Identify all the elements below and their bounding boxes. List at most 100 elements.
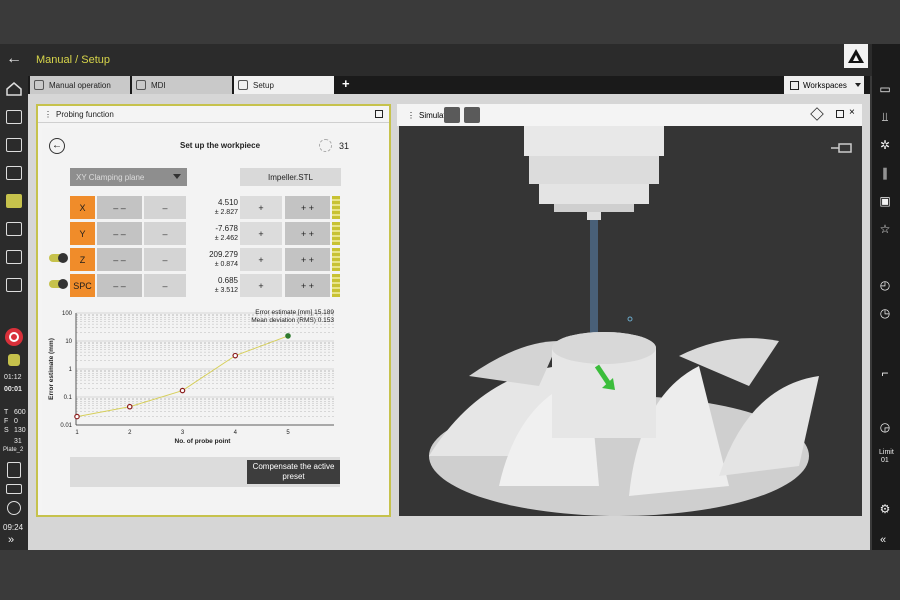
battery-icon[interactable]: ▭ — [878, 82, 892, 96]
expand-icon[interactable]: » — [8, 535, 14, 546]
axis-deviation: ± 2.462 — [214, 235, 238, 242]
manual-hand-icon[interactable] — [6, 194, 22, 208]
workspaces-label: Workspaces — [803, 80, 847, 90]
y-tick-label: 10 — [65, 339, 72, 345]
tab-mdi[interactable]: MDI — [132, 76, 232, 94]
minus-button[interactable]: – — [144, 196, 186, 219]
edit-program-icon[interactable] — [6, 166, 22, 180]
axis-label: SPC — [70, 274, 95, 297]
breadcrumb: Manual / Setup — [36, 54, 110, 66]
plus-button[interactable]: + — [240, 196, 282, 219]
app-root: ← Manual / Setup Manual operation MDI Se… — [0, 0, 900, 600]
axis-value: 209.279 ± 0.874 — [188, 248, 238, 271]
tab-manual-operation[interactable]: Manual operation — [30, 76, 130, 94]
plus-plus-button[interactable]: + + — [285, 196, 330, 219]
clamp-icon[interactable]: ▣ — [878, 194, 892, 208]
spc-toggle[interactable] — [49, 279, 68, 289]
bottom-bar — [0, 550, 900, 600]
probing-panel-title: Probing function — [56, 109, 114, 119]
blades-icon[interactable]: ∥ — [878, 166, 892, 180]
minus-button[interactable]: – — [144, 248, 186, 271]
workspaces-button[interactable]: Workspaces — [784, 76, 864, 94]
preset-value: 31 — [14, 438, 22, 445]
axis-deviation: ± 3.512 — [214, 287, 238, 294]
tab-label: MDI — [151, 80, 166, 90]
x-tick-label: 4 — [234, 430, 238, 436]
tab-label: Setup — [253, 80, 274, 90]
simulation-view[interactable] — [399, 126, 862, 516]
stop-icon[interactable] — [5, 328, 23, 346]
spindle-icon[interactable]: ⌐ — [878, 366, 892, 380]
tool-icon[interactable]: ⫫ — [878, 110, 892, 124]
spindle-dial-icon[interactable]: ◷ — [878, 306, 892, 320]
back-button[interactable]: ← — [49, 138, 65, 154]
tab-setup[interactable]: Setup — [234, 76, 334, 94]
axis-deviation: ± 2.827 — [214, 209, 238, 216]
caret-down-icon — [854, 83, 861, 87]
maximize-icon[interactable] — [836, 110, 844, 118]
back-arrow-icon[interactable]: ← — [6, 50, 22, 68]
maximize-icon[interactable] — [375, 110, 383, 118]
drag-handle-icon[interactable]: ⋮ — [407, 111, 415, 120]
drag-handle-icon[interactable]: ⋮ — [44, 110, 52, 119]
top-bar — [0, 44, 872, 76]
hand-status-icon — [8, 354, 20, 366]
limit-value: 01 — [881, 457, 889, 464]
table-icon[interactable] — [6, 138, 22, 152]
x-tick-label: 2 — [128, 430, 132, 436]
y-axis-title: Error estimate (mm) — [48, 338, 55, 400]
probing-panel-header: ⋮ Probing function — [38, 106, 389, 123]
limit-dial-icon[interactable]: ◶ — [878, 420, 892, 434]
keyboard-icon[interactable] — [6, 484, 22, 494]
plus-plus-button[interactable]: + + — [285, 274, 330, 297]
logo-icon[interactable] — [844, 44, 868, 68]
plus-plus-button[interactable]: + + — [285, 222, 330, 245]
z-toggle[interactable] — [49, 253, 68, 263]
t-value: 600 — [14, 409, 26, 416]
compensate-button[interactable]: Compensate the active preset — [247, 460, 340, 484]
setup-icon — [238, 80, 248, 90]
star-icon[interactable]: ☆ — [878, 222, 892, 236]
plus-plus-button[interactable]: + + — [285, 248, 330, 271]
folder-icon[interactable] — [6, 110, 22, 124]
minus-minus-button[interactable]: – – — [97, 222, 142, 245]
probe-point-icon — [319, 139, 332, 152]
minus-button[interactable]: – — [144, 274, 186, 297]
close-icon[interactable]: × — [849, 107, 855, 118]
row-status-stripe — [332, 274, 340, 297]
add-tab-button[interactable]: + — [342, 76, 350, 91]
row-status-stripe — [332, 196, 340, 219]
feed-dial-icon[interactable]: ◴ — [878, 278, 892, 292]
impeller-render — [429, 126, 852, 516]
plus-button[interactable]: + — [240, 222, 282, 245]
hand-icon — [34, 80, 44, 90]
row-status-stripe — [332, 222, 340, 245]
calculator-mode-icon[interactable] — [6, 250, 22, 264]
home-icon[interactable] — [6, 82, 22, 96]
minus-minus-button[interactable]: – – — [97, 274, 142, 297]
s-label: S — [4, 427, 9, 434]
plus-button[interactable]: + — [240, 274, 282, 297]
error-chart-svg: 1001010.10.011 2 3 4 5No. of probe pointErro… — [48, 309, 334, 445]
program-run-icon[interactable] — [6, 222, 22, 236]
coolant-icon[interactable]: ✲ — [878, 138, 892, 152]
list-view-icon[interactable] — [444, 107, 460, 123]
plane-dropdown[interactable]: XY Clamping plane — [70, 168, 187, 186]
settings-icon[interactable] — [7, 501, 21, 515]
user-settings-icon[interactable]: ⚙ — [878, 502, 892, 516]
model-file[interactable]: Impeller.STL — [240, 168, 341, 186]
minus-minus-button[interactable]: – – — [97, 196, 142, 219]
workpiece-view-icon[interactable] — [464, 107, 480, 123]
plus-button[interactable]: + — [240, 248, 282, 271]
f-label: F — [4, 418, 9, 425]
collapse-icon[interactable]: « — [880, 535, 886, 546]
x-tick-label: 3 — [181, 430, 185, 436]
s-value: 130 — [14, 427, 26, 434]
axis-deviation: ± 0.874 — [214, 261, 238, 268]
minus-minus-button[interactable]: – – — [97, 248, 142, 271]
machine-icon[interactable] — [6, 278, 22, 292]
axis-value: -7.678 ± 2.462 — [188, 222, 238, 245]
minus-button[interactable]: – — [144, 222, 186, 245]
y-tick-label: 0.1 — [64, 395, 73, 401]
calculator-icon[interactable] — [7, 462, 21, 478]
